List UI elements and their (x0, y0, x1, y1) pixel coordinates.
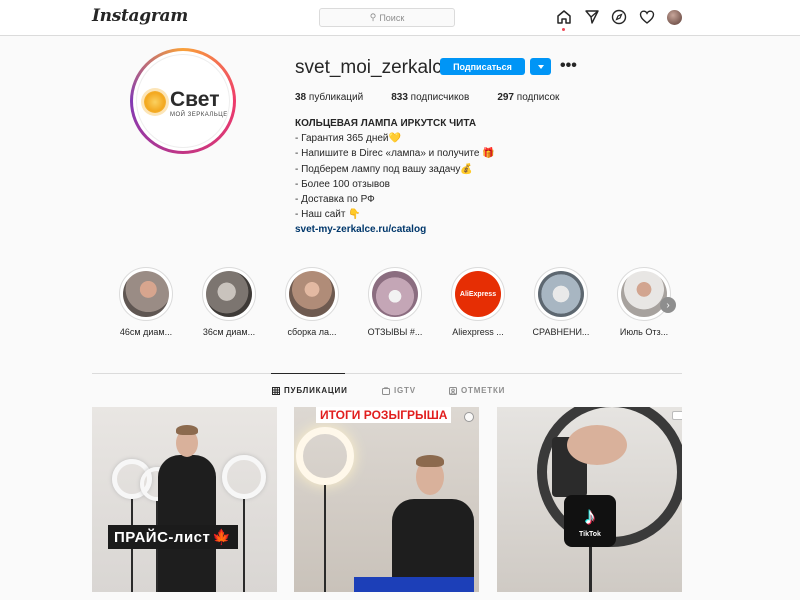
profile-stats: 38 публикаций 833 подписчиков 297 подпис… (295, 92, 587, 103)
profile-avatar-large[interactable]: Свет МОЙ ЗЕРКАЛЬЦЕ (130, 48, 236, 154)
ring-lamp-image (222, 455, 266, 499)
carousel-icon (464, 412, 474, 422)
lamp-stand (243, 499, 245, 592)
avatar-brand-subtitle: МОЙ ЗЕРКАЛЬЦЕ (170, 112, 228, 118)
giveaway-results-overlay: ИТОГИ РОЗЫГРЫША (316, 407, 452, 423)
instagram-logo[interactable]: Instagram (92, 6, 188, 26)
highlight-thumbnail (621, 271, 667, 317)
person-image (158, 455, 216, 592)
maple-leaf-icon: 🍁 (212, 529, 232, 546)
prize-box-image (354, 577, 474, 592)
highlight-label: сборка ла... (287, 327, 337, 337)
bio-line: - Напишите в Direc «лампа» и получите 🎁 (295, 146, 495, 161)
highlight-thumbnail (123, 271, 169, 317)
highlight-thumbnail (289, 271, 335, 317)
profile-username: svet_moi_zerkalco (295, 57, 453, 78)
bio-line: - Подберем лампу под вашу задачу💰 (295, 162, 495, 177)
follow-button[interactable]: Подписаться (440, 58, 525, 75)
money-bag-icon: 💰 (460, 163, 473, 175)
bio-website-link[interactable]: svet-my-zerkalce.ru/catalog (295, 222, 495, 237)
highlight-item[interactable]: 46см диам... (114, 267, 178, 337)
person-image (567, 425, 627, 465)
sun-icon (144, 91, 166, 113)
highlight-item[interactable]: СРАВНЕНИ... (529, 267, 593, 337)
grid-icon (272, 386, 280, 395)
highlight-item[interactable]: 36см диам... (197, 267, 261, 337)
tab-posts[interactable]: ПУБЛИКАЦИИ (272, 386, 348, 395)
aliexpress-logo: AliExpress (455, 271, 501, 317)
active-indicator-dot (562, 28, 565, 31)
tiktok-logo: ♪ TikTok (564, 495, 616, 547)
highlight-item[interactable]: сборка ла... (280, 267, 344, 337)
ring-lamp-image (296, 427, 354, 485)
tagged-icon (449, 386, 457, 395)
profile-avatar[interactable] (667, 10, 682, 25)
tabs-divider (92, 373, 682, 374)
explore-icon[interactable] (611, 9, 627, 25)
video-icon (672, 411, 682, 420)
highlight-thumbnail (372, 271, 418, 317)
post-thumbnail[interactable]: ПРАЙС-лист 🍁 (92, 407, 277, 592)
highlight-item[interactable]: AliExpress Aliexpress ... (446, 267, 510, 337)
search-input[interactable]: ⚲ Поиск (319, 8, 455, 27)
yellow-heart-icon: 💛 (388, 133, 401, 145)
tab-tagged[interactable]: ОТМЕТКИ (449, 386, 505, 395)
home-icon[interactable] (556, 9, 572, 25)
pointing-hand-icon: 👇 (348, 209, 361, 221)
person-hair-image (416, 455, 444, 467)
highlight-label: Aliexpress ... (452, 327, 504, 337)
lamp-stand (589, 547, 592, 592)
tiktok-icon: ♪ (584, 502, 596, 530)
direct-icon[interactable] (584, 9, 600, 25)
igtv-icon (382, 386, 390, 395)
bio-line: - Гарантия 365 дней💛 (295, 131, 495, 146)
more-options-icon[interactable]: ••• (560, 57, 577, 75)
post-thumbnail[interactable]: ИТОГИ РОЗЫГРЫША (294, 407, 479, 592)
highlight-thumbnail (538, 271, 584, 317)
price-list-overlay: ПРАЙС-лист 🍁 (108, 525, 238, 549)
highlight-label: СРАВНЕНИ... (532, 327, 590, 337)
post-thumbnail[interactable]: ♪ TikTok (497, 407, 682, 592)
bio-line: - Наш сайт 👇 (295, 207, 495, 222)
lamp-stand (324, 485, 326, 592)
avatar-brand-text: Свет (170, 88, 220, 111)
suggested-dropdown-button[interactable] (530, 58, 551, 75)
heart-icon[interactable] (639, 9, 655, 25)
search-icon: ⚲ (369, 12, 377, 22)
highlight-thumbnail (206, 271, 252, 317)
followers-stat[interactable]: 833 подписчиков (391, 92, 469, 103)
bio-line: - Более 100 отзывов (295, 178, 390, 190)
top-nav: Instagram ⚲ Поиск (0, 0, 800, 36)
tab-igtv[interactable]: IGTV (382, 386, 416, 395)
highlight-label: ОТЗЫВЫ #... (367, 327, 423, 337)
person-hair-image (176, 425, 198, 435)
highlight-label: Июль Отз... (619, 327, 669, 337)
search-placeholder: Поиск (379, 12, 405, 23)
bio-line: - Доставка по РФ (295, 194, 375, 206)
following-stat[interactable]: 297 подписок (497, 92, 559, 103)
highlight-label: 46см диам... (119, 327, 173, 337)
posts-stat: 38 публикаций (295, 92, 364, 103)
bio-title: КОЛЬЦЕВАЯ ЛАМПА ИРКУТСК ЧИТА (295, 118, 477, 129)
highlight-label: 36см диам... (202, 327, 256, 337)
highlight-item[interactable]: ОТЗЫВЫ #... (363, 267, 427, 337)
chevron-right-icon[interactable]: › (660, 297, 676, 313)
gift-icon: 🎁 (482, 148, 495, 160)
profile-bio: КОЛЬЦЕВАЯ ЛАМПА ИРКУТСК ЧИТА - Гарантия … (295, 116, 495, 238)
active-tab-indicator (271, 373, 345, 374)
